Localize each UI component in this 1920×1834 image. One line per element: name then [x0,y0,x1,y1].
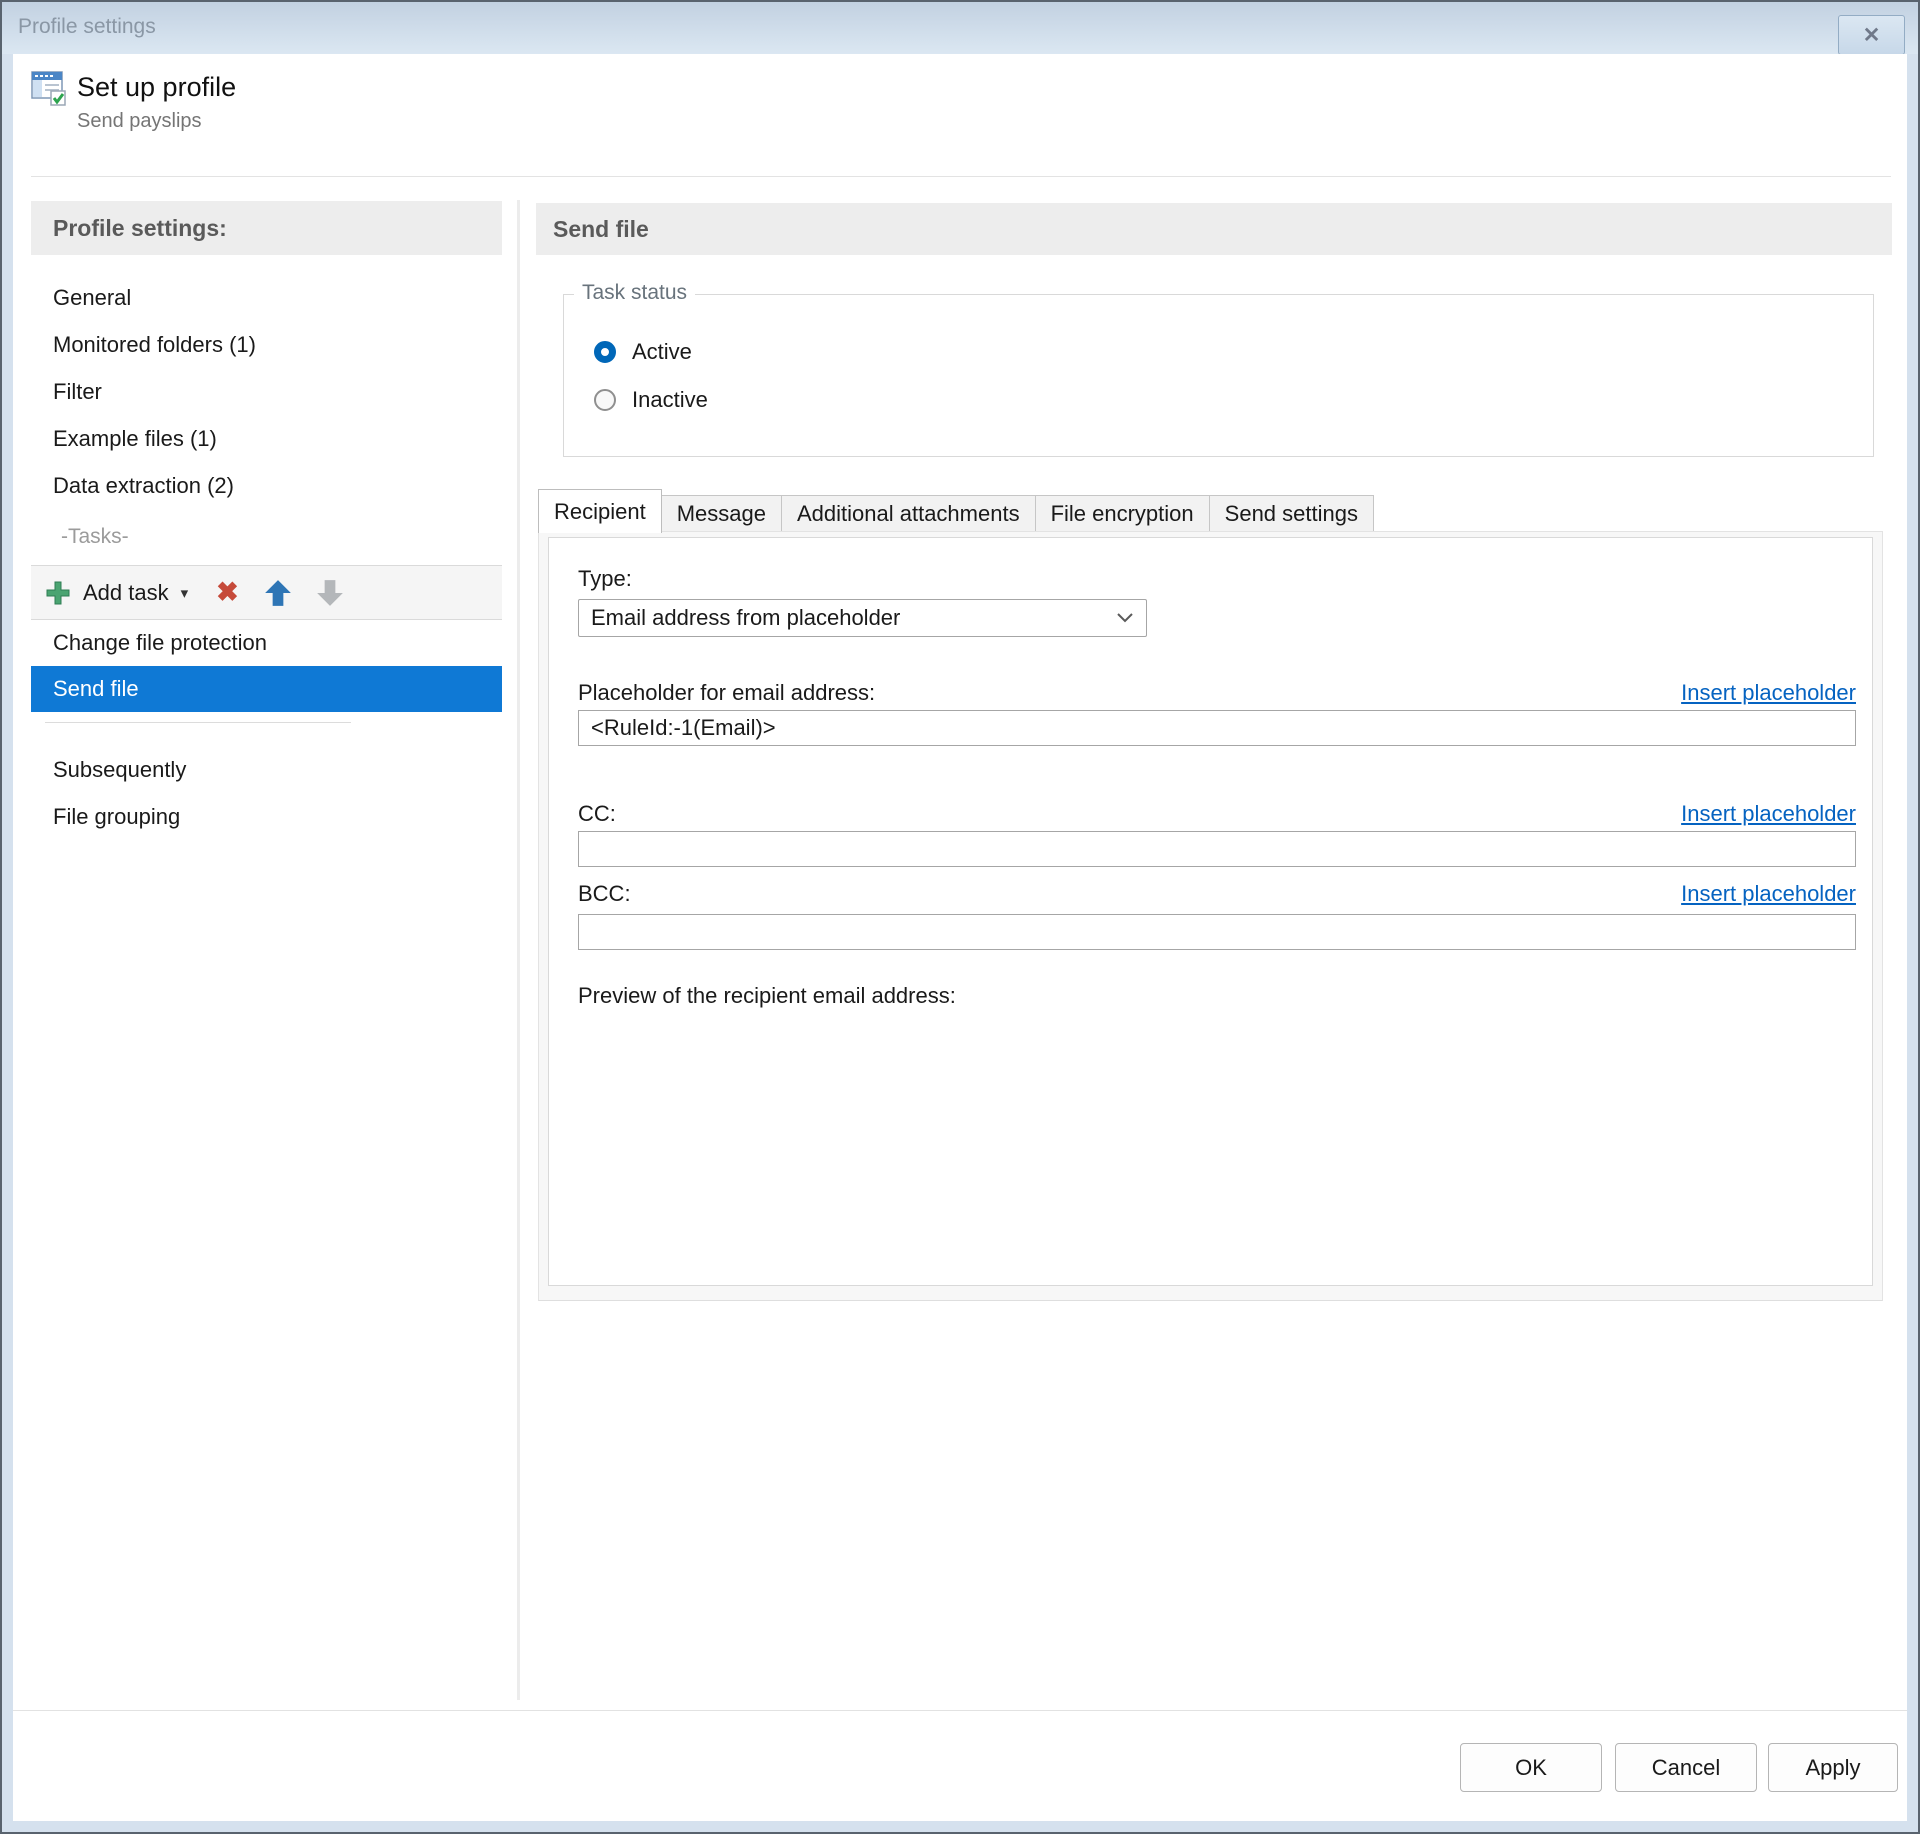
section-header: Send file [536,203,1892,255]
cancel-button[interactable]: Cancel [1615,1743,1757,1792]
add-task-label: Add task [83,580,169,606]
panel-divider [517,200,520,1700]
tab-message[interactable]: Message [661,495,782,531]
task-item-change-file-protection[interactable]: Change file protection [31,620,502,666]
sidebar-nav: General Monitored folders (1) Filter Exa… [31,274,502,840]
move-task-up-button[interactable] [263,578,293,608]
arrow-up-icon [263,578,293,608]
task-item-send-file[interactable]: Send file [31,666,502,712]
delete-task-button[interactable]: ✖ [216,577,239,608]
sidebar-item-file-grouping[interactable]: File grouping [31,793,502,840]
sidebar-header: Profile settings: [31,201,502,255]
close-icon: ✕ [1863,23,1881,48]
type-select[interactable]: Email address from placeholder [578,599,1147,637]
window-titlebar[interactable]: Profile settings ✕ [2,2,1918,54]
page-title: Set up profile [77,72,236,103]
sidebar-item-general[interactable]: General [31,274,502,321]
bcc-input[interactable] [578,914,1856,950]
header-separator [31,176,1891,177]
chevron-down-icon [1116,612,1134,624]
type-label: Type: [578,566,632,592]
radio-selected-icon[interactable] [594,341,616,363]
window-title: Profile settings [18,15,156,39]
ok-button[interactable]: OK [1460,1743,1602,1792]
sidebar-item-filter[interactable]: Filter [31,368,502,415]
sidebar-item-example-files[interactable]: Example files (1) [31,415,502,462]
chevron-down-icon: ▾ [181,584,189,602]
arrow-down-icon [315,578,345,608]
radio-label-inactive: Inactive [632,387,708,413]
tasks-section-label: -Tasks- [31,509,502,565]
task-status-legend: Task status [574,281,695,305]
insert-placeholder-link-recipient[interactable]: Insert placeholder [1681,680,1856,706]
profile-settings-dialog: Profile settings ✕ Set up profile Send p… [0,0,1920,1834]
sidebar-item-data-extraction[interactable]: Data extraction (2) [31,462,502,509]
footer-separator [13,1710,1907,1711]
tab-file-encryption[interactable]: File encryption [1035,495,1210,531]
placeholder-label: Placeholder for email address: [578,680,875,706]
dialog-content: Set up profile Send payslips Profile set… [13,54,1907,1821]
delete-icon: ✖ [216,577,239,608]
bcc-label: BCC: [578,881,631,907]
profile-window-icon [31,69,69,107]
tasks-toolbar: Add task ▾ ✖ [31,565,502,620]
page-subtitle: Send payslips [77,110,202,133]
preview-label: Preview of the recipient email address: [578,983,956,1009]
tab-additional-attachments[interactable]: Additional attachments [781,495,1036,531]
sidebar-item-monitored-folders[interactable]: Monitored folders (1) [31,321,502,368]
radio-option-active[interactable]: Active [594,339,692,365]
cc-input[interactable] [578,831,1856,867]
insert-placeholder-link-bcc[interactable]: Insert placeholder [1681,881,1856,907]
task-status-group: Task status Active Inactive [563,294,1874,457]
move-task-down-button[interactable] [315,578,345,608]
tab-send-settings[interactable]: Send settings [1209,495,1374,531]
apply-button[interactable]: Apply [1768,1743,1898,1792]
placeholder-input[interactable] [578,710,1856,746]
task-list-separator [31,722,502,746]
tab-strip: Recipient Message Additional attachments… [538,489,1374,533]
plus-icon [43,578,73,608]
tab-content-panel [548,537,1873,1286]
insert-placeholder-link-cc[interactable]: Insert placeholder [1681,801,1856,827]
type-select-value: Email address from placeholder [591,605,1116,631]
add-task-button[interactable]: Add task ▾ [43,578,188,608]
close-button[interactable]: ✕ [1838,15,1905,55]
sidebar-item-subsequently[interactable]: Subsequently [31,746,502,793]
radio-option-inactive[interactable]: Inactive [594,387,708,413]
tab-recipient[interactable]: Recipient [538,489,662,533]
radio-label-active: Active [632,339,692,365]
radio-unselected-icon[interactable] [594,389,616,411]
cc-label: CC: [578,801,616,827]
